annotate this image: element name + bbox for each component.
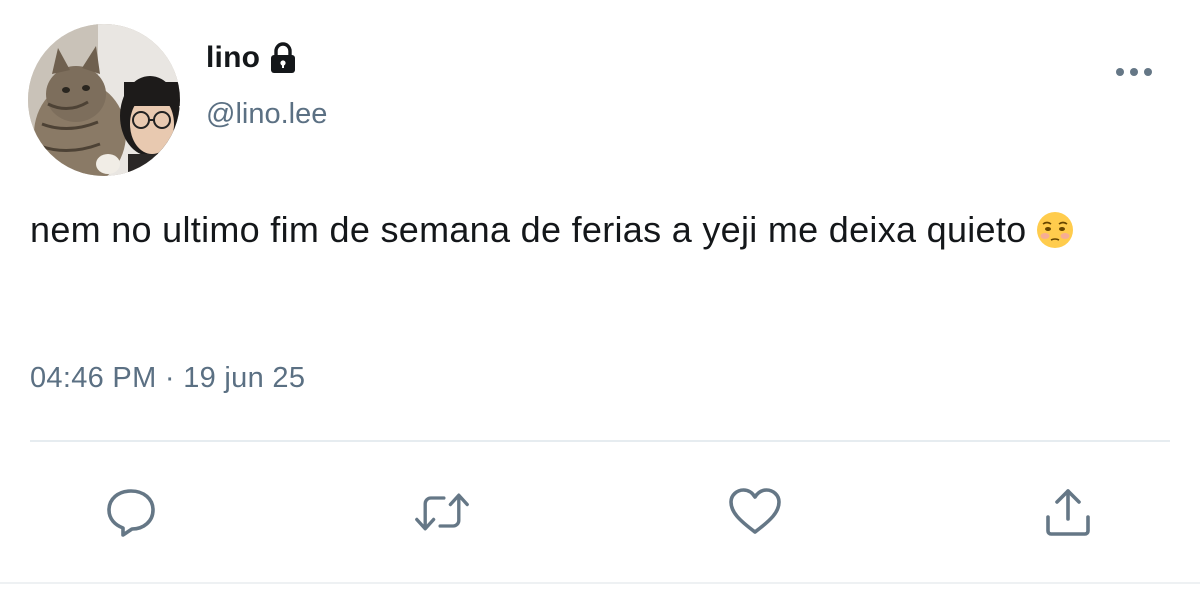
tweet-time: 04:46 PM	[30, 362, 157, 394]
bottom-divider	[0, 582, 1200, 584]
more-options-button[interactable]	[1108, 54, 1160, 90]
avatar-photo	[28, 24, 180, 176]
tweet-date: 19 jun 25	[183, 362, 306, 394]
share-icon	[1046, 489, 1090, 536]
avatar[interactable]	[28, 24, 180, 176]
tweet-body: nem no ultimo fim de semana de ferias a …	[30, 209, 1027, 250]
flushed-face-emoji	[1036, 212, 1073, 248]
tweet-text: nem no ultimo fim de semana de ferias a …	[30, 198, 1170, 262]
like-button[interactable]	[727, 484, 783, 540]
author-name-row[interactable]: lino	[206, 38, 298, 78]
tweet-card: lino @lino.lee nem no ultimo fim de sema…	[0, 0, 1200, 600]
reply-icon	[107, 489, 155, 537]
share-button[interactable]	[1040, 484, 1096, 540]
timestamp-separator: ·	[164, 362, 175, 394]
lock-icon	[271, 42, 296, 73]
divider	[30, 440, 1170, 442]
more-icon	[1116, 68, 1152, 76]
heart-icon	[729, 488, 781, 534]
retweet-button[interactable]	[414, 484, 470, 540]
user-handle[interactable]: @lino.lee	[206, 98, 327, 131]
display-name[interactable]: lino	[206, 41, 260, 75]
retweet-icon	[415, 493, 469, 531]
tweet-timestamp[interactable]: 04:46 PM · 19 jun 25	[30, 362, 305, 395]
reply-button[interactable]	[103, 484, 159, 540]
